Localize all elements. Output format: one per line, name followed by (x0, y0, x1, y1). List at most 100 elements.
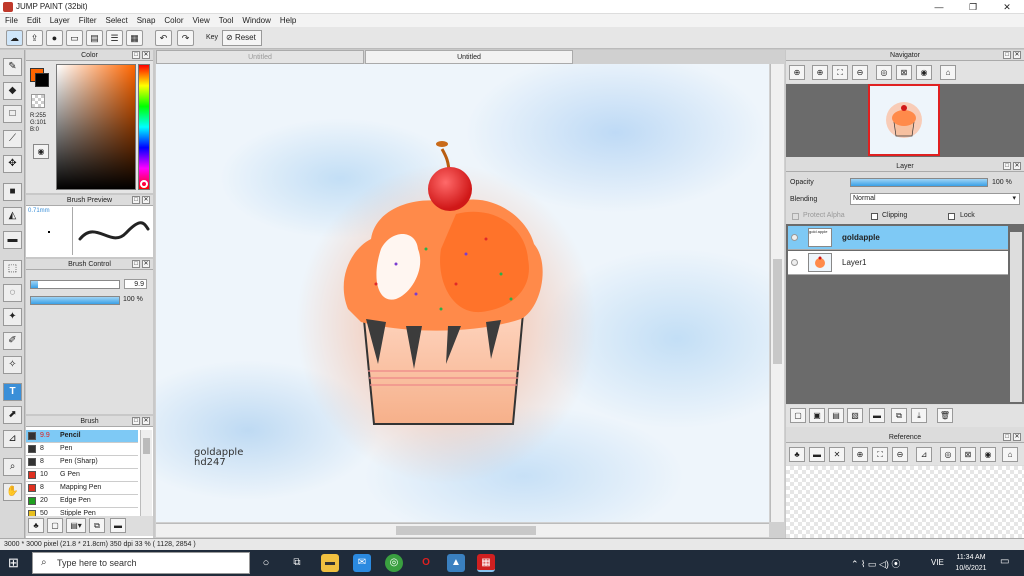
ref-zoom-in-icon[interactable]: ⊕ (852, 447, 868, 462)
transparent-swatch[interactable] (31, 94, 45, 108)
brush-item[interactable]: 8 Mapping Pen (26, 482, 138, 495)
scroll-thumb[interactable] (143, 438, 150, 454)
panel-close-icon[interactable]: ✕ (142, 51, 150, 59)
panel-float-icon[interactable]: □ (132, 260, 140, 268)
reset-button[interactable]: ⊘ Reset (222, 30, 262, 46)
cortana-icon[interactable]: ○ (257, 554, 275, 572)
layer-scrollbar[interactable] (1010, 232, 1022, 402)
select-rect-icon[interactable]: ⬚ (3, 260, 22, 278)
brush-size-slider[interactable] (30, 280, 120, 289)
reset-view-icon[interactable]: ◉ (916, 65, 932, 80)
ref-zoom-out-icon[interactable]: ⊖ (892, 447, 908, 462)
photos-icon[interactable]: ▲ (447, 554, 465, 572)
layer-opacity-slider[interactable] (850, 178, 988, 187)
panel-float-icon[interactable]: □ (1003, 433, 1011, 441)
hue-handle[interactable] (140, 180, 148, 188)
document-tab-active[interactable]: Untitled (365, 50, 573, 64)
menu-help[interactable]: Help (275, 14, 300, 25)
panel-close-icon[interactable]: ✕ (142, 260, 150, 268)
taskbar-search[interactable]: ⌕ Type here to search (32, 552, 250, 574)
windows-start-icon[interactable]: ⊞ (8, 556, 22, 570)
move-tool-icon[interactable]: ✥ (3, 155, 22, 173)
lasso-icon[interactable]: ◌ (3, 284, 22, 302)
flip-icon[interactable]: ⊠ (896, 65, 912, 80)
restore-button[interactable]: ❐ (956, 0, 990, 14)
brush-size-value[interactable]: 9.9 (124, 279, 147, 289)
chrome-icon[interactable]: ◎ (385, 554, 403, 572)
minimize-button[interactable]: — (922, 0, 956, 14)
open-file-icon[interactable]: ▬ (809, 447, 825, 462)
file-explorer-icon[interactable]: ▬ (321, 554, 339, 572)
ref-reset-icon[interactable]: ◉ (980, 447, 996, 462)
fill-rect-tool-icon[interactable]: ■ (3, 183, 22, 201)
text-tool-icon[interactable]: T (3, 383, 22, 401)
duplicate-layer-icon[interactable]: ⧉ (891, 408, 907, 423)
panel-float-icon[interactable]: □ (132, 196, 140, 204)
blending-select[interactable]: Normal ▾ (850, 193, 1020, 205)
brush-tool-icon[interactable]: ✎ (3, 58, 22, 76)
horizontal-scrollbar[interactable] (156, 523, 769, 537)
ref-flip-icon[interactable]: ⊠ (960, 447, 976, 462)
menu-layer[interactable]: Layer (45, 14, 74, 25)
panel-close-icon[interactable]: ✕ (142, 196, 150, 204)
navigator-view[interactable] (786, 84, 1024, 157)
zoom-fit-icon[interactable]: ⊕ (789, 65, 805, 80)
vertical-scroll-thumb[interactable] (773, 259, 782, 364)
brush-item[interactable]: 20 Edge Pen (26, 495, 138, 508)
tray-icons[interactable]: ⌃ ⌇ ▭ ◁) ⦿ (851, 557, 900, 570)
ref-close-icon[interactable]: ✕ (829, 447, 845, 462)
brush-menu-icon[interactable]: ▤▾ (66, 518, 86, 533)
ref-rotate-icon[interactable]: ◎ (940, 447, 956, 462)
panel-close-icon[interactable]: ✕ (1013, 51, 1021, 59)
menu-snap[interactable]: Snap (132, 14, 160, 25)
message-icon[interactable]: ▭ (66, 30, 83, 46)
menu-view[interactable]: View (188, 14, 214, 25)
redo-icon[interactable]: ↷ (177, 30, 194, 46)
menu-color[interactable]: Color (159, 14, 187, 25)
select-eraser-icon[interactable]: ✧ (3, 356, 22, 374)
menu-select[interactable]: Select (100, 14, 131, 25)
ref-eyedropper-icon[interactable]: ⊿ (916, 447, 932, 462)
share-icon[interactable]: ⇪ (26, 30, 43, 46)
menu-window[interactable]: Window (237, 14, 274, 25)
brush-item[interactable]: 50 Stipple Pen (26, 508, 138, 516)
zoom-eyedrop-icon[interactable]: ⌕ (3, 458, 22, 476)
folder-icon[interactable]: ▬ (110, 518, 126, 533)
fit-screen-icon[interactable]: ⛶ (832, 65, 848, 80)
opera-icon[interactable]: O (417, 554, 435, 572)
clipping-checkbox[interactable] (871, 213, 878, 220)
eye-icon[interactable] (791, 234, 798, 241)
merge-layer-icon[interactable]: ⤓ (911, 408, 927, 423)
layer-row-layer1[interactable]: Layer1 (788, 251, 1008, 275)
list-icon[interactable]: ☰ (106, 30, 123, 46)
panel-close-icon[interactable]: ✕ (1013, 433, 1021, 441)
layer-folder-icon[interactable]: ▬ (869, 408, 885, 423)
brush-opacity-slider[interactable] (30, 296, 120, 305)
zoom-out-icon[interactable]: ⊖ (852, 65, 868, 80)
menu-filter[interactable]: Filter (74, 14, 101, 25)
nav-settings-icon[interactable]: ⌂ (940, 65, 956, 80)
brush-item[interactable]: 8 Pen (26, 443, 138, 456)
navigator-thumbnail[interactable] (868, 84, 940, 156)
reference-view[interactable] (786, 466, 1024, 538)
panel-float-icon[interactable]: □ (132, 417, 140, 425)
delete-layer-icon[interactable]: 🗑 (937, 408, 953, 423)
operation-tool-icon[interactable]: ⬈ (3, 406, 22, 424)
document-tab[interactable]: Untitled (156, 50, 364, 64)
brush-item[interactable]: 10 G Pen (26, 469, 138, 482)
new-brush-icon[interactable]: ▢ (47, 518, 63, 533)
rect-tool-icon[interactable]: □ (3, 105, 22, 123)
close-button[interactable]: ✕ (990, 0, 1024, 14)
eye-icon[interactable] (791, 259, 798, 266)
new-layer-8bit-icon[interactable]: ▣ (809, 408, 825, 423)
brush-settings-icon[interactable]: ♣ (28, 518, 44, 533)
lock-checkbox[interactable] (948, 213, 955, 220)
menu-tool[interactable]: Tool (214, 14, 238, 25)
panel-float-icon[interactable]: □ (1003, 162, 1011, 170)
menu-edit[interactable]: Edit (22, 14, 45, 25)
vertical-scrollbar[interactable] (770, 64, 784, 522)
clock[interactable]: 11:34 AM 10/6/2021 (952, 552, 990, 574)
gradient-tool-icon[interactable]: ▬ (3, 231, 22, 249)
zoom-in-icon[interactable]: ⊕ (812, 65, 828, 80)
notifications-icon[interactable]: ▭ (1000, 556, 1009, 567)
